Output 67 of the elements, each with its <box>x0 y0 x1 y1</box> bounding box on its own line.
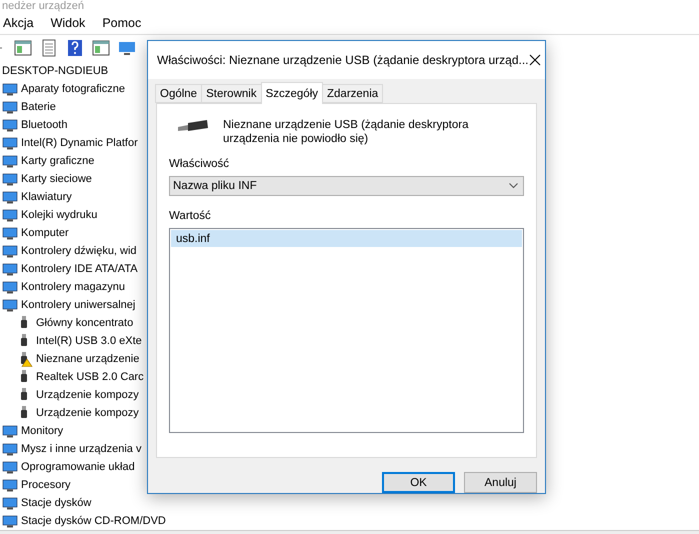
device-icon <box>2 82 18 96</box>
window-title: nedżer urządzeń <box>2 1 84 12</box>
chevron-down-icon <box>509 183 518 189</box>
tab[interactable]: Ogólne <box>155 84 202 103</box>
tree-item[interactable]: Stacje dysków CD-ROM/DVD <box>21 515 166 527</box>
list-item[interactable]: usb.inf <box>171 230 522 247</box>
property-dropdown[interactable]: Nazwa pliku INF <box>169 176 524 196</box>
cancel-button[interactable]: Anuluj <box>464 472 537 493</box>
tree-item[interactable]: Bluetooth <box>21 119 68 131</box>
tree-item[interactable]: Intel(R) Dynamic Platfor <box>21 137 138 149</box>
tab[interactable]: Sterownik <box>201 84 262 103</box>
value-label: Wartość <box>169 210 212 222</box>
tree-item[interactable]: Nieznane urządzenie <box>36 353 140 365</box>
device-icon <box>2 496 18 510</box>
tree-item[interactable]: Urządzenie kompozy <box>36 407 139 419</box>
tree-item[interactable]: Karty graficzne <box>21 155 94 167</box>
dialog-title: Właściwości: Nieznane urządzenie USB (żądanie deskryptora urząd... <box>157 53 529 67</box>
menu-item[interactable]: Pomoc <box>99 16 150 30</box>
tree-item[interactable]: Oprogramowanie układ <box>21 461 135 473</box>
device-icon <box>2 514 18 528</box>
device-icon <box>2 118 18 132</box>
device-icon <box>2 280 18 294</box>
tree-item[interactable]: Główny koncentrato <box>36 317 134 329</box>
menu-item[interactable]: Akcja <box>0 16 42 30</box>
tree-item[interactable]: Aparaty fotograficzne <box>21 83 125 95</box>
device-icon <box>2 478 18 492</box>
tree-item[interactable]: Kontrolery uniwersalnej <box>21 299 136 311</box>
window-panes-icon[interactable] <box>92 38 110 56</box>
tree-item[interactable]: Urządzenie kompozy <box>36 389 139 401</box>
tab[interactable]: Zdarzenia <box>322 84 384 103</box>
tab[interactable]: Szczegóły <box>260 82 324 104</box>
usb-plug-icon <box>177 118 209 134</box>
device-icon <box>2 298 18 312</box>
tree-item[interactable]: Stacje dysków <box>21 497 92 509</box>
device-icon <box>2 190 18 204</box>
device-icon <box>2 226 18 240</box>
device-icon <box>2 136 18 150</box>
device-icon <box>2 172 18 186</box>
device-icon <box>2 208 18 222</box>
help-icon[interactable] <box>66 38 84 56</box>
window-panes-icon[interactable] <box>14 38 32 56</box>
device-icon <box>2 424 18 438</box>
tree-item[interactable]: Intel(R) USB 3.0 eXte <box>36 335 142 347</box>
device-icon <box>2 460 18 474</box>
tree-item[interactable]: Procesory <box>21 479 71 491</box>
tree-item[interactable]: Kontrolery dźwięku, wid <box>21 245 137 257</box>
tree-item[interactable]: Kolejki wydruku <box>21 209 98 221</box>
property-label: Właściwość <box>169 158 230 170</box>
device-icon <box>2 442 18 456</box>
tree-item[interactable]: Klawiatury <box>21 191 72 203</box>
device-icon <box>2 100 18 114</box>
tree-item[interactable]: Komputer <box>21 227 69 239</box>
tree-item[interactable]: Realtek USB 2.0 Carc <box>36 371 144 383</box>
device-icon <box>2 244 18 258</box>
menu-item[interactable]: Widok <box>48 16 94 30</box>
tree-item[interactable]: Kontrolery magazynu <box>21 281 125 293</box>
tree-item[interactable]: Monitory <box>21 425 64 437</box>
ok-button[interactable]: OK <box>382 472 455 493</box>
tree-item[interactable]: Karty sieciowe <box>21 173 92 185</box>
tree-item[interactable]: Baterie <box>21 101 56 113</box>
device-name: Nieznane urządzenie USB (żądanie deskryptora urządzenia nie powiodło się) <box>223 118 470 146</box>
document-icon[interactable] <box>40 38 58 56</box>
device-icon <box>2 154 18 168</box>
tree-item[interactable]: Mysz i inne urządzenia v <box>21 443 142 455</box>
tree-item[interactable]: Kontrolery IDE ATA/ATA <box>21 263 138 275</box>
tree-item[interactable]: DESKTOP-NGDIEUB <box>2 65 108 77</box>
device-icon <box>2 262 18 276</box>
